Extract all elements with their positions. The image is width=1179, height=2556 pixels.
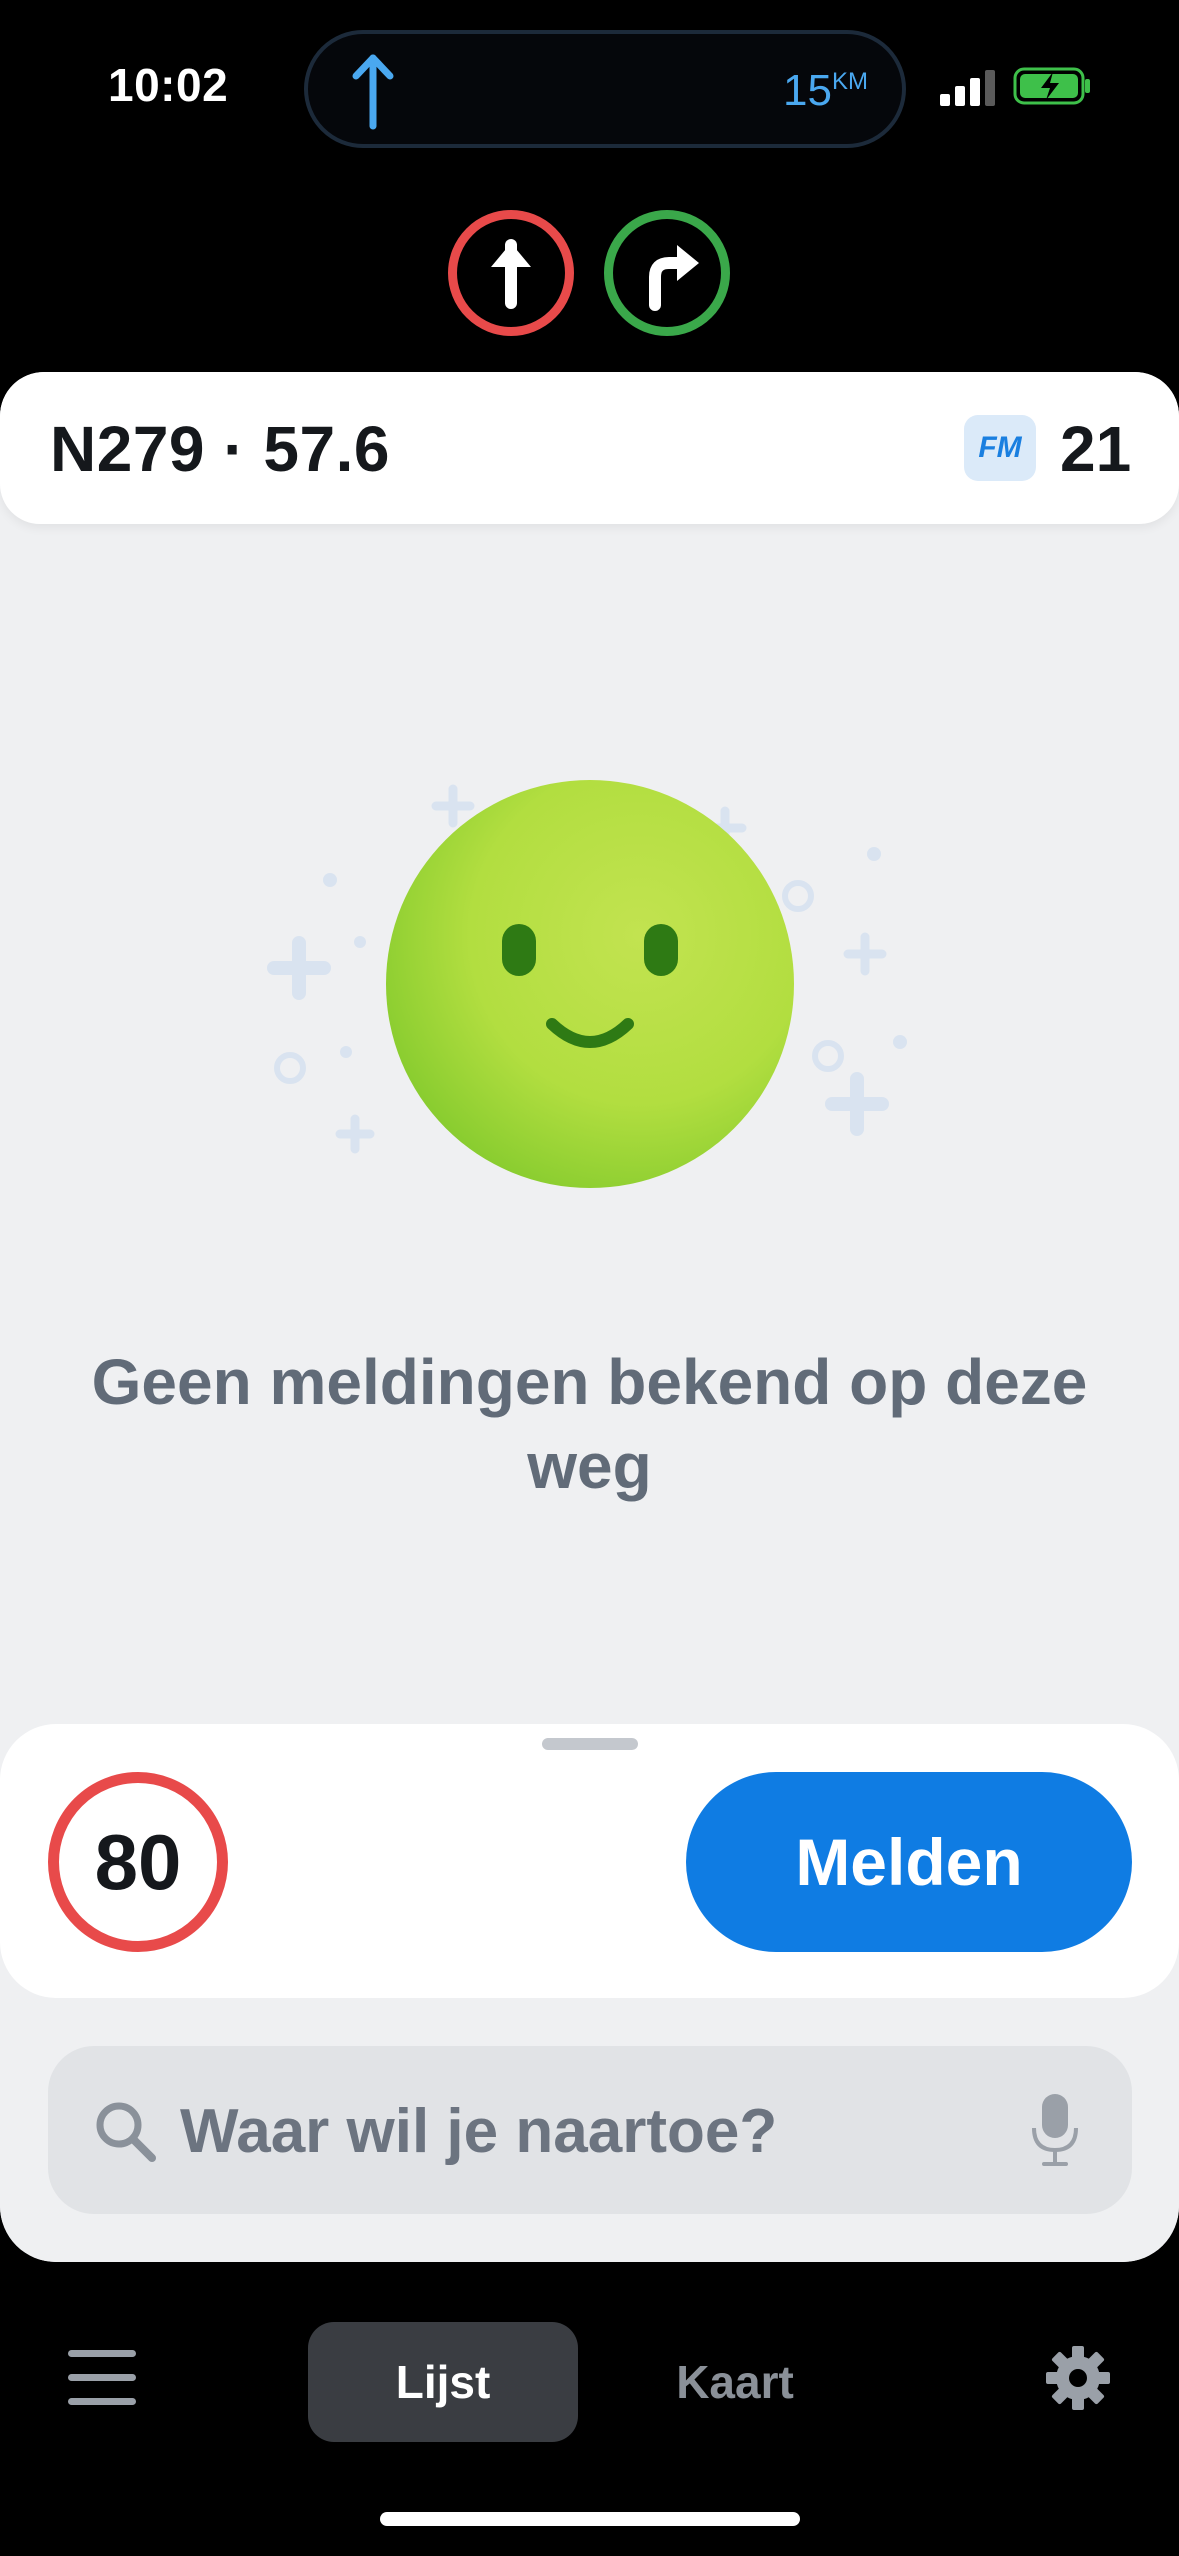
navigation-island[interactable]: 15KM	[304, 30, 906, 148]
status-time: 10:02	[108, 59, 229, 111]
arrow-turn-right-icon	[649, 245, 699, 311]
cellular-signal-icon	[940, 70, 995, 106]
arrow-up-icon	[352, 54, 394, 130]
road-card[interactable]: N279 · 57.6 FM 21	[0, 372, 1179, 524]
fm-count: 21	[1060, 413, 1132, 485]
microphone-icon[interactable]	[1030, 2092, 1080, 2168]
report-button[interactable]: Melden	[686, 1772, 1132, 1952]
search-bar[interactable]	[48, 2046, 1132, 2214]
road-name: N279 · 57.6	[50, 413, 390, 485]
nav-distance: 15KM	[783, 66, 868, 116]
hamburger-menu-icon[interactable]	[66, 2346, 138, 2410]
fm-badge: FM	[964, 415, 1036, 481]
battery-charging-icon	[1013, 67, 1090, 105]
lane-right-turn-indicator	[604, 210, 730, 336]
nav-distance-unit: KM	[832, 68, 868, 95]
bottom-sheet-header: 80 Melden	[0, 1724, 1179, 1998]
nav-distance-value: 15	[783, 66, 832, 115]
speed-limit-sign: 80	[48, 1772, 228, 1952]
search-input[interactable]	[180, 2092, 1000, 2170]
search-icon	[96, 2102, 156, 2162]
gear-icon[interactable]	[1044, 2344, 1112, 2412]
home-indicator	[380, 2512, 800, 2526]
empty-state-message: Geen meldingen bekend op deze weg	[91, 1346, 1088, 1502]
tab-map[interactable]: Kaart	[620, 2322, 850, 2442]
lane-straight-indicator	[448, 210, 574, 336]
arrow-straight-icon	[491, 239, 531, 309]
tab-list[interactable]: Lijst	[308, 2322, 578, 2442]
sheet-drag-handle[interactable]	[542, 1738, 638, 1750]
bottom-sheet: 80 Melden	[0, 1724, 1179, 2262]
smiley-face-icon	[267, 780, 907, 1188]
